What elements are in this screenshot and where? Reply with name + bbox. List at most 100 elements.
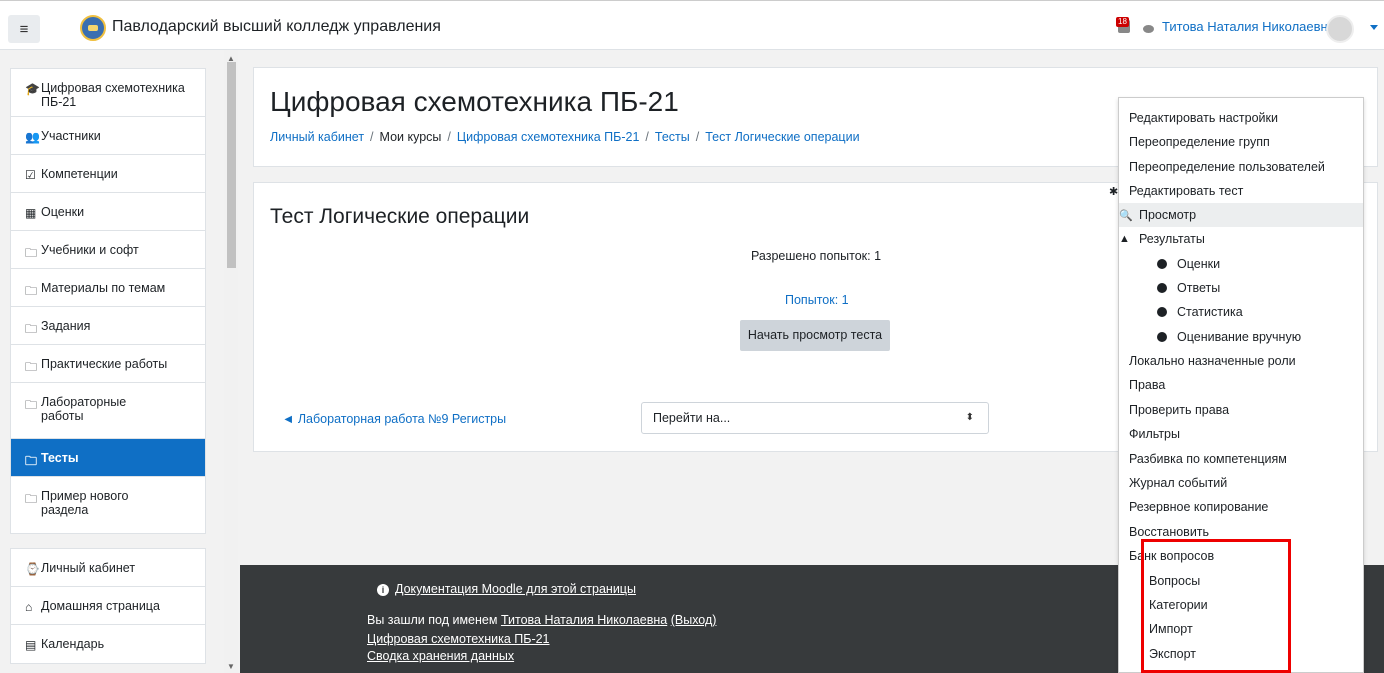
sidebar-item-textbooks[interactable]: 🗀 Учебники и софт xyxy=(11,231,205,269)
sidebar-item-assignments[interactable]: 🗀 Задания xyxy=(11,307,205,345)
checkbox-icon: ☑ xyxy=(25,168,36,182)
folder-icon: 🗀 xyxy=(25,492,38,506)
sidebar-item-label: Тесты xyxy=(41,451,79,465)
sidebar-item-dashboard[interactable]: ⌚ Личный кабинет xyxy=(11,549,205,587)
footer-course: Цифровая схемотехника ПБ-21 xyxy=(367,632,550,646)
sidebar-item-course[interactable]: 🎓 Цифровая схемотехника ПБ-21 xyxy=(11,69,205,117)
menu-item-user-overrides[interactable]: Переопределение пользователей xyxy=(1119,155,1363,179)
menu-item-manual-grading[interactable]: Оценивание вручную xyxy=(1119,325,1363,349)
table-icon: ▦ xyxy=(25,206,37,220)
menu-item-logs[interactable]: Журнал событий xyxy=(1119,471,1363,495)
breadcrumb-item[interactable]: Тест Логические операции xyxy=(705,130,859,144)
folder-icon: 🗀 xyxy=(25,360,38,374)
menu-item-permissions[interactable]: Права xyxy=(1119,373,1363,397)
drawer-scrollbar-thumb[interactable] xyxy=(227,62,236,268)
data-retention-link[interactable]: Сводка хранения данных xyxy=(367,649,514,663)
sidebar-item-label: Учебники и софт xyxy=(41,243,139,257)
sidebar-item-practical[interactable]: 🗀 Практические работы xyxy=(11,345,205,383)
sidebar-item-grades[interactable]: ▦ Оценки xyxy=(11,193,205,231)
breadcrumb-item[interactable]: Цифровая схемотехника ПБ-21 xyxy=(457,130,640,144)
sidebar-item-label: Практические работы xyxy=(41,357,168,371)
sidebar-item-label: Лабораторные работы xyxy=(41,395,127,423)
chevron-down-icon[interactable] xyxy=(1370,25,1378,30)
menu-item-filters[interactable]: Фильтры xyxy=(1119,422,1363,446)
bullet-icon xyxy=(1157,307,1167,317)
hamburger-icon[interactable]: ≡ xyxy=(8,15,40,43)
menu-item-edit-settings[interactable]: Редактировать настройки xyxy=(1119,106,1363,130)
page-title: Цифровая схемотехника ПБ-21 xyxy=(270,86,679,117)
jump-to-value: Перейти на... xyxy=(653,411,731,425)
select-arrows-icon: ⬍ xyxy=(965,412,974,423)
sidebar-item-competencies[interactable]: ☑ Компетенции xyxy=(11,155,205,193)
start-preview-button[interactable]: Начать просмотр теста xyxy=(740,320,890,351)
sidebar-item-calendar[interactable]: ▤ Календарь xyxy=(11,625,205,663)
menu-item-backup[interactable]: Резервное копирование xyxy=(1119,495,1363,519)
breadcrumb-item[interactable]: Тесты xyxy=(655,130,690,144)
site-logo[interactable] xyxy=(80,15,106,41)
sidebar-item-label: Домашняя страница xyxy=(41,599,160,613)
menu-item-edit-quiz[interactable]: ✱ Редактировать тест xyxy=(1109,179,1363,203)
gear-icon: ✱ xyxy=(1109,185,1119,198)
jump-to-select[interactable]: Перейти на... ⬍ xyxy=(641,402,989,434)
course-nav: 🎓 Цифровая схемотехника ПБ-21 👥 Участники … xyxy=(10,68,206,534)
scroll-down-icon[interactable]: ▼ xyxy=(227,662,235,671)
login-prefix: Вы зашли под именем xyxy=(367,613,498,627)
attempts-link[interactable]: Попыток: 1 xyxy=(785,293,849,307)
sidebar-item-label: Материалы по темам xyxy=(41,281,166,295)
user-profile-link[interactable]: Титова Наталия Николаевна xyxy=(501,613,667,627)
menu-item-grades[interactable]: Оценки xyxy=(1119,252,1363,276)
menu-item-responses[interactable]: Ответы xyxy=(1119,276,1363,300)
menu-item-group-overrides[interactable]: Переопределение групп xyxy=(1119,130,1363,154)
sidebar-item-label: Календарь xyxy=(41,637,105,651)
logout-link[interactable]: (Выход) xyxy=(671,613,717,627)
bullet-icon xyxy=(1157,283,1167,293)
notification-badge: 18 xyxy=(1116,17,1129,27)
top-navbar: ≡ Павлодарский высший колледж управления… xyxy=(0,0,1384,50)
folder-icon: 🗀 xyxy=(25,246,38,260)
login-info: Вы зашли под именем Титова Наталия Никол… xyxy=(367,613,716,627)
menu-item-local-roles[interactable]: Локально назначенные роли xyxy=(1119,349,1363,373)
dashboard-icon: ⌚ xyxy=(25,562,40,576)
sidebar-item-labs[interactable]: 🗀 Лабораторные работы xyxy=(11,383,205,439)
breadcrumb-item: Мои курсы xyxy=(379,130,442,144)
message-icon[interactable] xyxy=(1143,25,1154,33)
sidebar-item-label: Личный кабинет xyxy=(41,561,136,575)
folder-icon: 🗀 xyxy=(25,398,38,412)
moodle-docs-link[interactable]: Документация Moodle для этой страницы xyxy=(395,582,636,596)
nav-drawer: 🎓 Цифровая схемотехника ПБ-21 👥 Участники … xyxy=(0,50,240,673)
bullet-icon xyxy=(1157,259,1167,269)
menu-item-results[interactable]: ▲ Результаты xyxy=(1119,227,1363,251)
quiz-title: Тест Логические операции xyxy=(270,205,530,228)
folder-icon: 🗀 xyxy=(25,454,38,468)
sidebar-item-tests[interactable]: 🗀 Тесты xyxy=(11,439,205,477)
menu-item-statistics[interactable]: Статистика xyxy=(1119,300,1363,324)
attempts-allowed: Разрешено попыток: 1 xyxy=(751,249,882,263)
menu-item-competency-breakdown[interactable]: Разбивка по компетенциям xyxy=(1119,447,1363,471)
footer-course-link[interactable]: Цифровая схемотехника ПБ-21 xyxy=(367,632,550,646)
sidebar-item-participants[interactable]: 👥 Участники xyxy=(11,117,205,155)
sidebar-item-label: Цифровая схемотехника ПБ-21 xyxy=(41,81,185,109)
bullet-icon xyxy=(1157,332,1167,342)
prev-activity-link[interactable]: ◄ Лабораторная работа №9 Регистры xyxy=(282,412,506,426)
breadcrumb-item[interactable]: Личный кабинет xyxy=(270,130,364,144)
folder-icon: 🗀 xyxy=(25,284,38,298)
menu-item-preview[interactable]: 🔍 Просмотр xyxy=(1119,203,1363,227)
scroll-up-icon[interactable]: ▲ xyxy=(227,54,235,63)
site-nav: ⌚ Личный кабинет ⌂ Домашняя страница ▤ Кале… xyxy=(10,548,206,664)
info-icon: i xyxy=(377,584,389,596)
moodle-docs: i Документация Moodle для этой страницы xyxy=(377,582,636,596)
menu-item-check-permissions[interactable]: Проверить права xyxy=(1119,398,1363,422)
folder-icon: 🗀 xyxy=(25,322,38,336)
sidebar-item-home[interactable]: ⌂ Домашняя страница xyxy=(11,587,205,625)
users-icon: 👥 xyxy=(25,130,40,144)
site-name[interactable]: Павлодарский высший колледж управления xyxy=(112,18,441,36)
sidebar-item-label: Компетенции xyxy=(41,167,118,181)
home-icon: ⌂ xyxy=(25,600,33,614)
graduation-cap-icon: 🎓 xyxy=(25,82,40,96)
avatar[interactable] xyxy=(1326,15,1354,43)
sidebar-item-new-section[interactable]: 🗀 Пример нового раздела xyxy=(11,477,205,533)
user-menu-name[interactable]: Титова Наталия Николаевна xyxy=(1162,19,1335,34)
sidebar-item-materials[interactable]: 🗀 Материалы по темам xyxy=(11,269,205,307)
highlight-box xyxy=(1141,539,1291,673)
sidebar-item-label: Участники xyxy=(41,129,101,143)
